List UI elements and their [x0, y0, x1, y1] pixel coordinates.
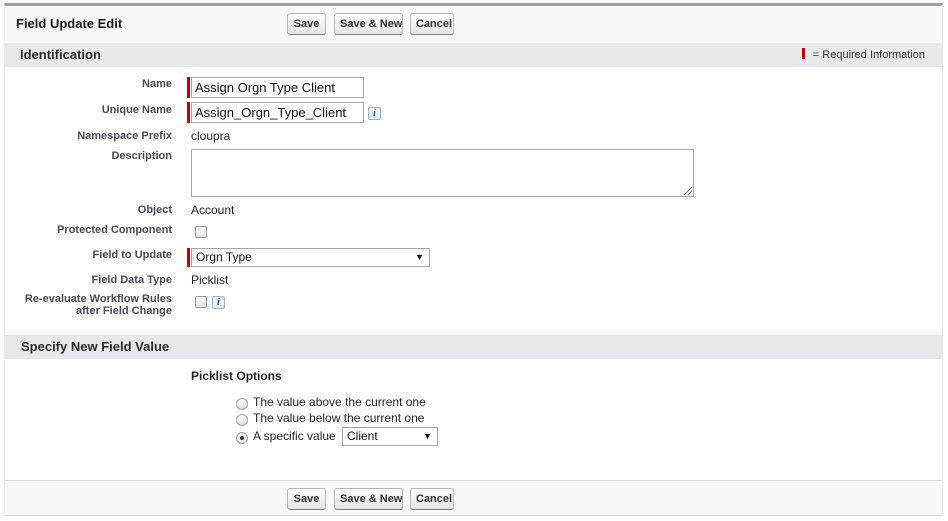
field-data-type-value: Picklist: [191, 273, 229, 287]
identification-title: Identification: [20, 47, 101, 62]
cancel-button-top[interactable]: Cancel: [410, 13, 454, 35]
picklist-options-heading: Picklist Options: [191, 369, 282, 383]
reevaluate-label: Re-evaluate Workflow Rules after Field C…: [25, 293, 172, 317]
radio-value-above-label: The value above the current one: [253, 395, 426, 409]
unique-name-input[interactable]: Assign_Orgn_Type_Client: [191, 102, 364, 123]
radio-value-below-label: The value below the current one: [253, 411, 425, 425]
description-label: Description: [111, 150, 172, 162]
unique-name-info-icon[interactable]: i: [368, 107, 381, 120]
object-value: Account: [191, 203, 235, 217]
specific-value-select[interactable]: Client ▼: [342, 427, 438, 446]
name-input[interactable]: Assign Orgn Type Client: [191, 77, 364, 98]
new-field-value-title: Specify New Field Value: [21, 339, 170, 354]
protected-component-checkbox[interactable]: [195, 226, 207, 238]
namespace-prefix-label: Namespace Prefix: [77, 130, 172, 142]
save-and-new-button-top[interactable]: Save & New: [334, 13, 403, 35]
required-marker-icon: [801, 48, 805, 59]
reevaluate-info-icon[interactable]: i: [212, 296, 225, 309]
radio-value-below[interactable]: [236, 414, 248, 426]
radio-specific-value[interactable]: [236, 432, 248, 444]
reevaluate-label-line1: Re-evaluate Workflow Rules: [24, 293, 172, 305]
radio-specific-value-label: A specific value: [253, 429, 336, 443]
chevron-down-icon: ▼: [415, 252, 424, 262]
name-required-marker-icon: [187, 77, 190, 98]
field-to-update-required-marker-icon: [187, 248, 190, 267]
object-label: Object: [137, 204, 172, 216]
namespace-prefix-value: cloupra: [191, 129, 231, 143]
reevaluate-label-line2: after Field Change: [76, 305, 172, 317]
specific-value-selected: Client: [347, 429, 378, 443]
required-legend-text: = Required Information: [812, 49, 925, 61]
protected-component-label: Protected Component: [57, 224, 172, 236]
identification-section-header: Identification = Required Information: [5, 43, 942, 67]
radio-value-above[interactable]: [236, 398, 248, 410]
reevaluate-checkbox[interactable]: [195, 296, 207, 308]
unique-name-label: Unique Name: [101, 104, 172, 116]
chevron-down-icon: ▼: [423, 431, 432, 441]
field-to-update-label: Field to Update: [92, 249, 172, 261]
cancel-button-bottom[interactable]: Cancel: [410, 488, 454, 510]
save-and-new-button-bottom[interactable]: Save & New: [334, 488, 403, 510]
bottom-divider: [5, 480, 942, 481]
field-to-update-select[interactable]: Orgn Type ▼: [191, 248, 430, 267]
new-field-value-section-header: Specify New Field Value: [5, 335, 942, 359]
save-button-top[interactable]: Save: [287, 13, 326, 35]
field-to-update-value: Orgn Type: [196, 250, 252, 264]
name-label: Name: [142, 78, 172, 90]
save-button-bottom[interactable]: Save: [287, 488, 326, 510]
new-field-value-section-body: [5, 359, 942, 480]
unique-name-required-marker-icon: [187, 102, 190, 123]
description-textarea[interactable]: [191, 149, 694, 197]
resize-handle-icon[interactable]: [684, 187, 692, 195]
field-data-type-label: Field Data Type: [91, 274, 172, 286]
page-title: Field Update Edit: [16, 16, 123, 31]
required-legend: = Required Information: [801, 48, 925, 61]
